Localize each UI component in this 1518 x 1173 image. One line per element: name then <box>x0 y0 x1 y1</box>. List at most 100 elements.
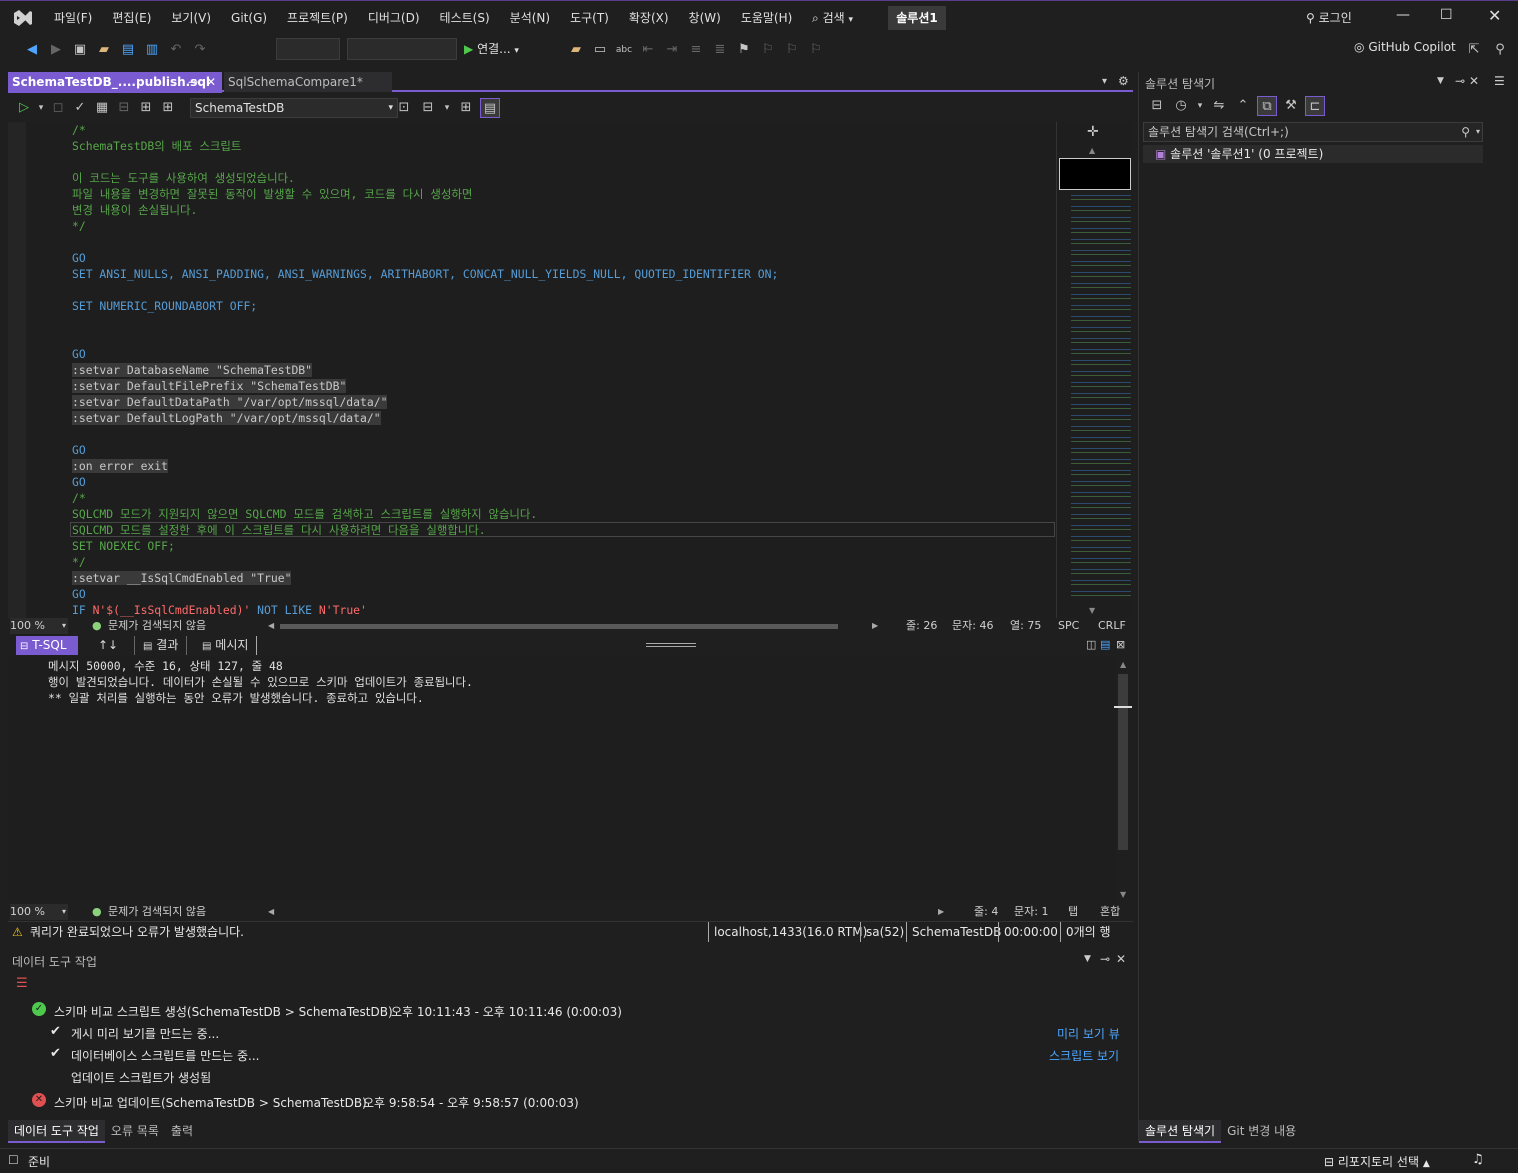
code-line[interactable]: GO <box>72 346 86 362</box>
code-line[interactable]: SET NOEXEC OFF; <box>72 538 175 554</box>
history-icon[interactable]: ◷ <box>1171 96 1191 116</box>
layout-icon[interactable]: ▭ <box>590 40 610 60</box>
pin-icon[interactable]: ⊸ <box>188 72 198 93</box>
connect-button[interactable]: ▶ 연결... ▾ <box>464 40 519 57</box>
tab-schema-compare[interactable]: SqlSchemaCompare1* <box>224 72 392 92</box>
zoom-select[interactable]: 100 % ▾ <box>10 618 68 634</box>
chevron-down-icon[interactable]: ▼ <box>1084 954 1091 964</box>
estimated-plan-icon[interactable]: ▦ <box>92 98 112 118</box>
layout-split-icon[interactable]: ◫ <box>1086 638 1096 651</box>
layout-stack-icon[interactable]: ▤ <box>1100 638 1110 651</box>
minimap-viewport[interactable] <box>1059 158 1131 190</box>
spellcheck-icon[interactable]: abc <box>614 40 634 60</box>
tab-messages[interactable]: ▤ 메시지 <box>194 636 258 655</box>
redo-icon[interactable]: ↷ <box>190 40 210 60</box>
code-line[interactable]: :setvar __IsSqlCmdEnabled "True" <box>72 570 292 586</box>
code-line[interactable]: /* <box>72 122 86 138</box>
code-line[interactable]: :setvar DefaultFilePrefix "SchemaTestDB" <box>72 378 347 394</box>
code-line[interactable]: :on error exit <box>72 458 169 474</box>
code-line[interactable]: */ <box>72 218 86 234</box>
line-indicator[interactable]: 줄: 4 <box>974 904 998 920</box>
menu-item[interactable]: 파일(F) <box>44 9 102 27</box>
split-icon[interactable]: ✛ <box>1087 124 1099 140</box>
col-indicator[interactable]: 열: 75 <box>1010 618 1041 634</box>
minimize-button[interactable]: — <box>1396 7 1416 23</box>
code-line[interactable]: SchemaTestDB의 배포 스크립트 <box>72 138 241 154</box>
parse-check-icon[interactable]: ✓ <box>70 98 90 118</box>
code-line[interactable]: IF N'$(__IsSqlCmdEnabled)' NOT LIKE N'Tr… <box>72 602 367 618</box>
whitespace-indicator[interactable]: SPC <box>1058 618 1079 634</box>
uncomment-icon[interactable]: ≣ <box>710 40 730 60</box>
menu-item[interactable]: 테스트(S) <box>430 9 500 27</box>
menu-item[interactable]: 확장(X) <box>619 9 679 27</box>
bottom-tab[interactable]: 출력 <box>165 1120 199 1143</box>
platform-dropdown[interactable] <box>347 38 457 60</box>
code-line[interactable]: SET ANSI_NULLS, ANSI_PADDING, ANSI_WARNI… <box>72 266 778 282</box>
folder-icon[interactable]: ▰ <box>566 40 586 60</box>
code-line[interactable]: GO <box>72 250 86 266</box>
scroll-left-icon[interactable]: ◀ <box>268 904 274 920</box>
execute-icon[interactable]: ▷ <box>14 98 34 118</box>
results-pane-icon[interactable]: ▤ <box>480 98 500 118</box>
line-indicator[interactable]: 줄: 26 <box>906 618 937 634</box>
code-line[interactable]: */ <box>72 554 86 570</box>
code-line[interactable]: 파일 내용을 변경하면 잘못된 동작이 발생할 수 있으며, 코드를 다시 생성… <box>72 186 472 202</box>
clear-bookmark-icon[interactable]: ⚐ <box>806 40 826 60</box>
code-line[interactable]: GO <box>72 442 86 458</box>
issues-label[interactable]: 문제가 검색되지 않음 <box>108 904 206 920</box>
scroll-down-icon[interactable]: ▼ <box>1089 606 1095 615</box>
feedback-icon[interactable]: ⚲ <box>1490 40 1510 60</box>
properties-icon[interactable]: ⚒ <box>1281 96 1301 116</box>
share-icon[interactable]: ⇱ <box>1464 40 1484 60</box>
bell-icon[interactable]: ♫ <box>1472 1152 1484 1167</box>
code-editor[interactable]: /* SchemaTestDB의 배포 스크립트 이 코드는 도구를 사용하여 생성… <box>8 122 1056 618</box>
menu-item[interactable]: 창(W) <box>679 9 731 27</box>
code-line[interactable]: :setvar DefaultLogPath "/var/opt/mssql/d… <box>72 410 381 426</box>
sync-icon[interactable]: ⇋ <box>1209 96 1229 116</box>
close-icon[interactable]: ✕ <box>1116 952 1126 966</box>
results-to-icon[interactable]: ⊟ <box>418 98 438 118</box>
code-line[interactable]: 변경 내용이 손실됩니다. <box>72 202 197 218</box>
close-icon[interactable]: ✕ <box>1469 74 1479 88</box>
code-line[interactable]: :setvar DefaultDataPath "/var/opt/mssql/… <box>72 394 388 410</box>
char-indicator[interactable]: 문자: 46 <box>952 618 993 634</box>
messages-pane[interactable]: 메시지 50000, 수준 16, 상태 127, 줄 48 행이 발견되었습니다… <box>8 656 1116 902</box>
horizontal-scrollbar-thumb[interactable] <box>280 624 838 629</box>
query-options-icon[interactable]: ⊞ <box>456 98 476 118</box>
right-panel-tab[interactable]: Git 변경 내용 <box>1221 1120 1302 1143</box>
repo-select[interactable]: ⊟ 리포지토리 선택 ▲ <box>1324 1153 1430 1170</box>
line-ending-indicator[interactable]: CRLF <box>1098 618 1126 634</box>
chevron-down-icon[interactable]: ▾ <box>1195 96 1205 116</box>
issues-label[interactable]: 문제가 검색되지 않음 <box>108 618 206 634</box>
right-panel-tab[interactable]: 솔루션 탐색기 <box>1139 1120 1222 1143</box>
pin-icon[interactable]: ⊸ <box>1455 74 1465 88</box>
bookmark-icon[interactable]: ⚑ <box>734 40 754 60</box>
chevron-down-icon[interactable]: ▾ <box>442 98 452 118</box>
search-button[interactable]: ⌕ 검색 ▾ <box>812 9 853 26</box>
code-line[interactable]: 이 코드는 도구를 사용하여 생성되었습니다. <box>72 170 295 186</box>
menu-item[interactable]: 도구(T) <box>560 9 619 27</box>
chevron-down-icon[interactable]: ▾ <box>36 98 46 118</box>
next-bookmark-icon[interactable]: ⚐ <box>782 40 802 60</box>
back-icon[interactable]: ◀ <box>22 40 42 60</box>
chevron-down-icon[interactable]: ▼ <box>1437 76 1444 86</box>
switch-views-icon[interactable]: ⊟ <box>1147 96 1167 116</box>
pin-icon[interactable]: ⊸ <box>1100 952 1110 966</box>
code-line[interactable]: GO <box>72 474 86 490</box>
bottom-tab[interactable]: 오류 목록 <box>105 1120 165 1143</box>
scroll-down-icon[interactable]: ▼ <box>1120 890 1126 899</box>
code-line[interactable]: /* <box>72 490 86 506</box>
stop-icon[interactable]: ◻ <box>48 98 68 118</box>
show-all-files-icon[interactable]: ⧉ <box>1257 96 1277 116</box>
change-connection-icon[interactable]: ⊞ <box>158 98 178 118</box>
menu-item[interactable]: Git(G) <box>221 9 277 27</box>
sqlcmd-mode-icon[interactable]: ⊡ <box>394 98 414 118</box>
save-all-icon[interactable]: ▥ <box>142 40 162 60</box>
clear-list-icon[interactable]: ☰ <box>16 976 28 991</box>
gear-icon[interactable]: ⚙ <box>1118 74 1129 88</box>
code-line[interactable]: SQLCMD 모드가 지원되지 않으면 SQLCMD 모드를 검색하고 스크립트… <box>72 506 537 522</box>
collapse-all-icon[interactable]: ⌃ <box>1233 96 1253 116</box>
login-button[interactable]: ⚲ 로그인 <box>1306 9 1352 26</box>
code-line[interactable]: SET NUMERIC_ROUNDABORT OFF; <box>72 298 257 314</box>
code-line[interactable]: GO <box>72 586 86 602</box>
